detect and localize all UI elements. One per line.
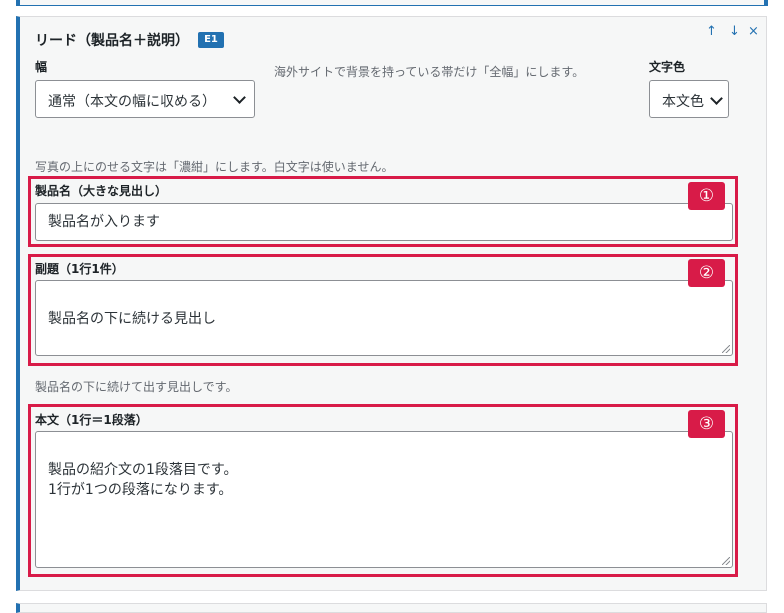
subtitle-hint: 製品名の下に続けて出す見出しです。 — [35, 380, 238, 394]
width-select[interactable]: 通常（本文の幅に収める） — [35, 80, 255, 118]
callout-box-3 — [28, 404, 738, 577]
text-color-label: 文字色 — [649, 60, 686, 74]
close-icon[interactable]: × — [748, 24, 759, 39]
photo-text-hint: 写真の上にのせる文字は「濃紺」にします。白文字は使いません。 — [35, 160, 394, 174]
callout-number-3: ③ — [688, 410, 725, 438]
previous-block-fill — [20, 0, 764, 5]
width-hint: 海外サイトで背景を持っている帯だけ「全幅」にします。 — [274, 65, 585, 79]
callout-box-1 — [28, 176, 738, 247]
chevron-down-icon — [233, 91, 246, 104]
text-color-select[interactable]: 本文色 — [649, 80, 729, 118]
callout-box-2 — [28, 254, 738, 366]
width-select-value: 通常（本文の幅に収める） — [48, 94, 216, 110]
block-title: リード（製品名＋説明） — [35, 33, 189, 49]
width-label: 幅 — [35, 60, 48, 74]
next-block-edge — [16, 603, 767, 613]
chevron-down-icon — [710, 92, 723, 105]
text-color-value: 本文色 — [662, 94, 704, 110]
callout-number-1: ① — [688, 182, 725, 210]
block-badge: E1 — [198, 32, 224, 48]
move-down-icon[interactable]: ↓ — [729, 24, 740, 39]
callout-number-2: ② — [688, 259, 725, 287]
move-up-icon[interactable]: ↑ — [706, 24, 717, 39]
